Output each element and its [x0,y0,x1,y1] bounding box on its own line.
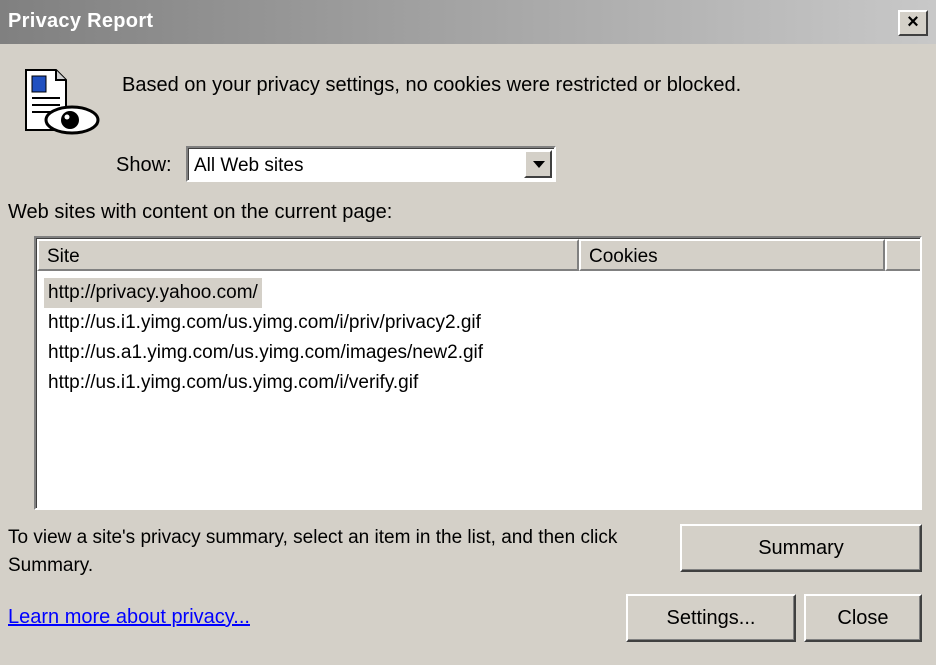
column-header-filler [885,239,920,271]
show-filter-value: All Web sites [194,155,304,176]
list-item[interactable]: http://us.i1.yimg.com/us.yimg.com/i/veri… [44,368,422,398]
close-button[interactable]: Close [804,594,922,642]
chevron-down-icon[interactable] [524,150,552,178]
privacy-status-message: Based on your privacy settings, no cooki… [122,74,742,96]
summary-button[interactable]: Summary [680,524,922,572]
content-list-label: Web sites with content on the current pa… [8,201,393,223]
summary-hint: To view a site's privacy summary, select… [8,527,618,576]
column-header-site[interactable]: Site [37,239,579,271]
column-header-cookies[interactable]: Cookies [579,239,885,271]
window-title: Privacy Report [8,10,154,32]
list-header: Site Cookies [37,239,920,271]
list-item[interactable]: http://us.i1.yimg.com/us.yimg.com/i/priv… [44,308,485,338]
site-list[interactable]: Site Cookies http://privacy.yahoo.com/ h… [34,236,922,510]
list-item[interactable]: http://us.a1.yimg.com/us.yimg.com/images… [44,338,487,368]
settings-button[interactable]: Settings... [626,594,796,642]
privacy-report-icon [25,69,100,135]
show-filter-select[interactable]: All Web sites [186,146,556,182]
close-icon[interactable]: × [898,10,928,36]
title-bar[interactable]: Privacy Report × [0,0,936,44]
learn-more-link[interactable]: Learn more about privacy... [8,606,250,629]
list-item[interactable]: http://privacy.yahoo.com/ [44,278,262,308]
show-label: Show: [116,154,172,176]
